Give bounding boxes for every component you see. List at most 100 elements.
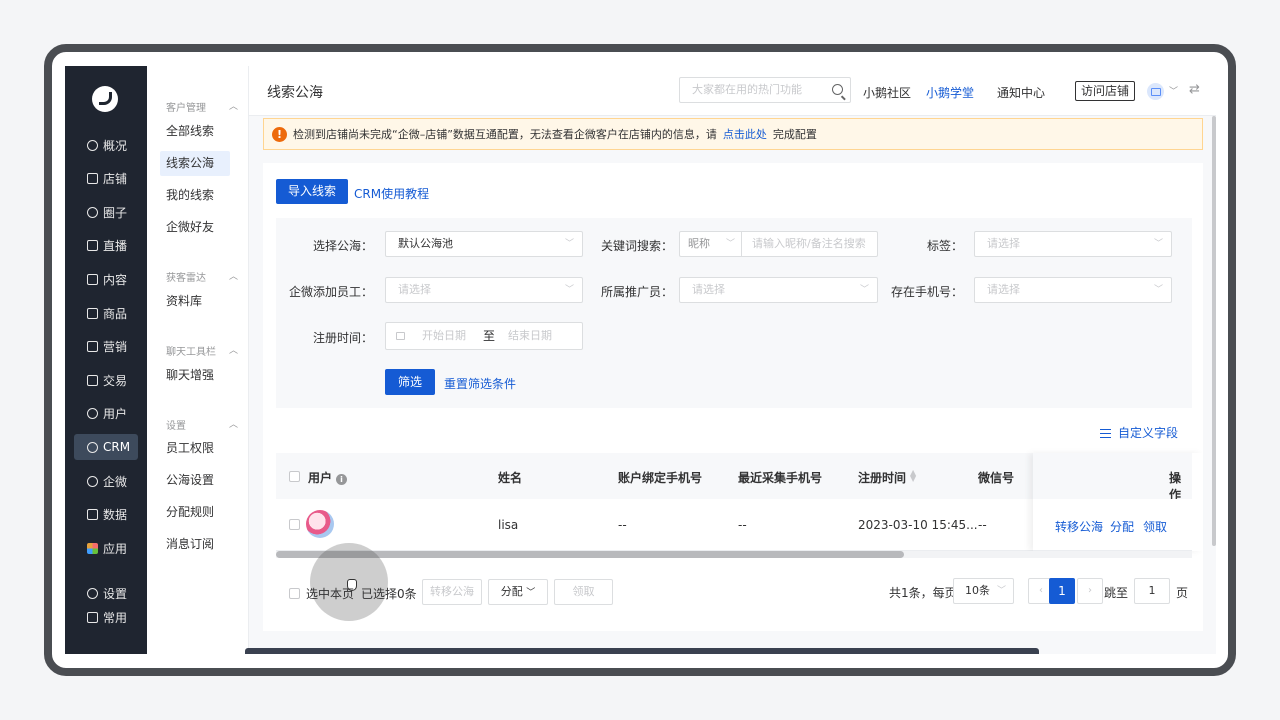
- store-avatar-icon[interactable]: [1147, 83, 1164, 100]
- crm-icon: [87, 441, 98, 453]
- start-date-input[interactable]: 开始日期: [422, 323, 466, 349]
- submenu-item-pool-settings[interactable]: 公海设置: [160, 468, 230, 493]
- switch-icon[interactable]: ⇄: [1189, 82, 1200, 97]
- rail-item-content[interactable]: 内容: [74, 266, 138, 292]
- submenu-item-wecom-friends[interactable]: 企微好友: [160, 215, 230, 240]
- chevron-down-icon: ﹀: [996, 586, 1006, 596]
- select-all-checkbox[interactable]: [289, 471, 300, 482]
- reset-filters-link[interactable]: 重置筛选条件: [444, 375, 516, 392]
- end-date-input[interactable]: 结束日期: [508, 323, 552, 349]
- chevron-down-icon[interactable]: ﹀: [1169, 84, 1178, 97]
- pool-select[interactable]: 默认公海池 ﹀: [385, 231, 583, 257]
- content-icon: [87, 273, 98, 285]
- chevron-down-icon: ﹀: [859, 285, 869, 295]
- notice-center-link[interactable]: 通知中心: [997, 84, 1045, 101]
- page-1-button[interactable]: 1: [1049, 578, 1075, 604]
- row-checkbox[interactable]: [289, 519, 300, 530]
- select-page-label[interactable]: 选中本页: [306, 585, 354, 602]
- page-size-select[interactable]: 10条 ﹀: [953, 578, 1014, 604]
- chevron-down-icon: ﹀: [1153, 285, 1163, 295]
- staff-select[interactable]: 请选择 ﹀: [385, 277, 583, 303]
- bulk-assign-select[interactable]: 分配 ﹀: [488, 579, 548, 605]
- phone-select[interactable]: 请选择 ﹀: [974, 277, 1172, 303]
- trade-icon: [87, 374, 98, 386]
- rail-item-user[interactable]: 用户: [74, 400, 138, 426]
- rail-item-goods[interactable]: 商品: [74, 300, 138, 326]
- data-icon: [87, 508, 98, 520]
- jump-page-input[interactable]: 1: [1134, 578, 1170, 604]
- selected-count: 已选择0条: [361, 587, 417, 601]
- page-unit-label: 页: [1176, 586, 1189, 600]
- rail-item-common[interactable]: 常用: [74, 604, 138, 630]
- warning-icon: !: [272, 126, 287, 142]
- submenu-item-library[interactable]: 资料库: [160, 289, 230, 314]
- import-leads-button[interactable]: 导入线索: [276, 179, 348, 204]
- horizontal-scrollbar[interactable]: [276, 551, 1192, 558]
- chevron-down-icon: ﹀: [564, 285, 574, 295]
- total-count: 共1条，每页: [889, 586, 957, 600]
- sort-icon[interactable]: ▲ ▼: [910, 469, 916, 483]
- megaphone-icon: [87, 340, 98, 352]
- calendar-icon: [396, 332, 405, 340]
- submenu-item-my-leads[interactable]: 我的线索: [160, 183, 230, 208]
- rail-item-live[interactable]: 直播: [74, 232, 138, 258]
- feature-search-input[interactable]: 大家都在用的热门功能: [679, 77, 851, 103]
- list-icon: [87, 611, 98, 623]
- avatar[interactable]: [306, 510, 334, 538]
- submenu-item-lead-pool[interactable]: 线索公海: [160, 151, 230, 176]
- submenu-group-settings[interactable]: 设置 ︿: [166, 417, 238, 432]
- jump-to-label: 跳至: [1104, 586, 1129, 600]
- rail-item-marketing[interactable]: 营销: [74, 333, 138, 359]
- keyword-type-select[interactable]: 昵称 ﹀: [680, 232, 742, 256]
- submenu-group-radar[interactable]: 获客雷达 ︿: [166, 269, 238, 284]
- visit-store-button[interactable]: 访问店铺: [1075, 81, 1136, 101]
- next-page-button[interactable]: ›: [1077, 578, 1103, 604]
- keyword-search[interactable]: 昵称 ﹀ 请输入昵称/备注名搜索: [679, 231, 878, 257]
- transfer-pool-link[interactable]: 转移公海: [1055, 518, 1103, 535]
- submenu-group-chat-tools[interactable]: 聊天工具栏 ︿: [166, 343, 238, 358]
- chevron-up-icon: ︿: [228, 272, 238, 282]
- fixed-ops-column: 转移公海 分配 领取: [1033, 453, 1203, 551]
- rail-item-trade[interactable]: 交易: [74, 367, 138, 393]
- claim-link[interactable]: 领取: [1143, 518, 1167, 535]
- rail-item-crm[interactable]: CRM: [74, 434, 138, 460]
- group-icon: [87, 206, 98, 218]
- academy-link[interactable]: 小鹅学堂: [926, 84, 974, 101]
- keyword-input[interactable]: 请输入昵称/备注名搜索: [752, 232, 866, 256]
- th-recent-phone: 最近采集手机号: [738, 471, 823, 485]
- bulk-claim-button[interactable]: 领取: [554, 579, 613, 605]
- submenu-item-staff-permissions[interactable]: 员工权限: [160, 436, 230, 461]
- rail-item-shop[interactable]: 店铺: [74, 165, 138, 191]
- submenu-group-customer[interactable]: 客户管理 ︿: [166, 99, 238, 114]
- reg-date-range[interactable]: 开始日期 至 结束日期: [385, 322, 583, 350]
- primary-sidebar: 概况 店铺 圈子 直播 内容 商品 营销 交易 用户 CRM 企微 数据 应用 …: [65, 66, 147, 654]
- th-reg-time[interactable]: 注册时间 ▲ ▼: [858, 469, 916, 486]
- device-frame: 概况 店铺 圈子 直播 内容 商品 营销 交易 用户 CRM 企微 数据 应用 …: [44, 44, 1236, 676]
- chevron-down-icon: ﹀: [526, 588, 536, 598]
- submenu-item-all-leads[interactable]: 全部线索: [160, 119, 230, 144]
- tag-select[interactable]: 请选择 ﹀: [974, 231, 1172, 257]
- community-link[interactable]: 小鹅社区: [863, 84, 911, 101]
- search-icon[interactable]: [832, 84, 843, 95]
- submenu-item-chat-enhance[interactable]: 聊天增强: [160, 363, 230, 388]
- info-icon[interactable]: i: [336, 474, 348, 485]
- filter-button[interactable]: 筛选: [385, 369, 435, 395]
- custom-fields-button[interactable]: 自定义字段: [1099, 424, 1178, 441]
- notice-config-link[interactable]: 点击此处: [723, 126, 767, 142]
- rail-item-wecom[interactable]: 企微: [74, 468, 138, 494]
- app-logo: [92, 86, 118, 112]
- crm-tutorial-link[interactable]: CRM使用教程: [354, 185, 429, 202]
- rail-item-apps[interactable]: 应用: [74, 535, 138, 561]
- vertical-scrollbar[interactable]: [1212, 116, 1216, 546]
- bulk-transfer-button[interactable]: 转移公海: [422, 579, 482, 605]
- assign-link[interactable]: 分配: [1110, 518, 1134, 535]
- rail-item-settings[interactable]: 设置: [74, 580, 138, 606]
- promoter-select[interactable]: 请选择 ﹀: [679, 277, 878, 303]
- rail-item-data[interactable]: 数据: [74, 501, 138, 527]
- rail-item-overview[interactable]: 概况: [74, 132, 138, 158]
- rail-item-circle[interactable]: 圈子: [74, 199, 138, 225]
- submenu-item-assign-rules[interactable]: 分配规则: [160, 500, 230, 525]
- secondary-sidebar: 客户管理 ︿ 全部线索 线索公海 我的线索 企微好友 获客雷达 ︿ 资料库 聊天工具…: [147, 66, 249, 654]
- select-page-checkbox[interactable]: [289, 588, 300, 599]
- submenu-item-message-subscription[interactable]: 消息订阅: [160, 532, 230, 557]
